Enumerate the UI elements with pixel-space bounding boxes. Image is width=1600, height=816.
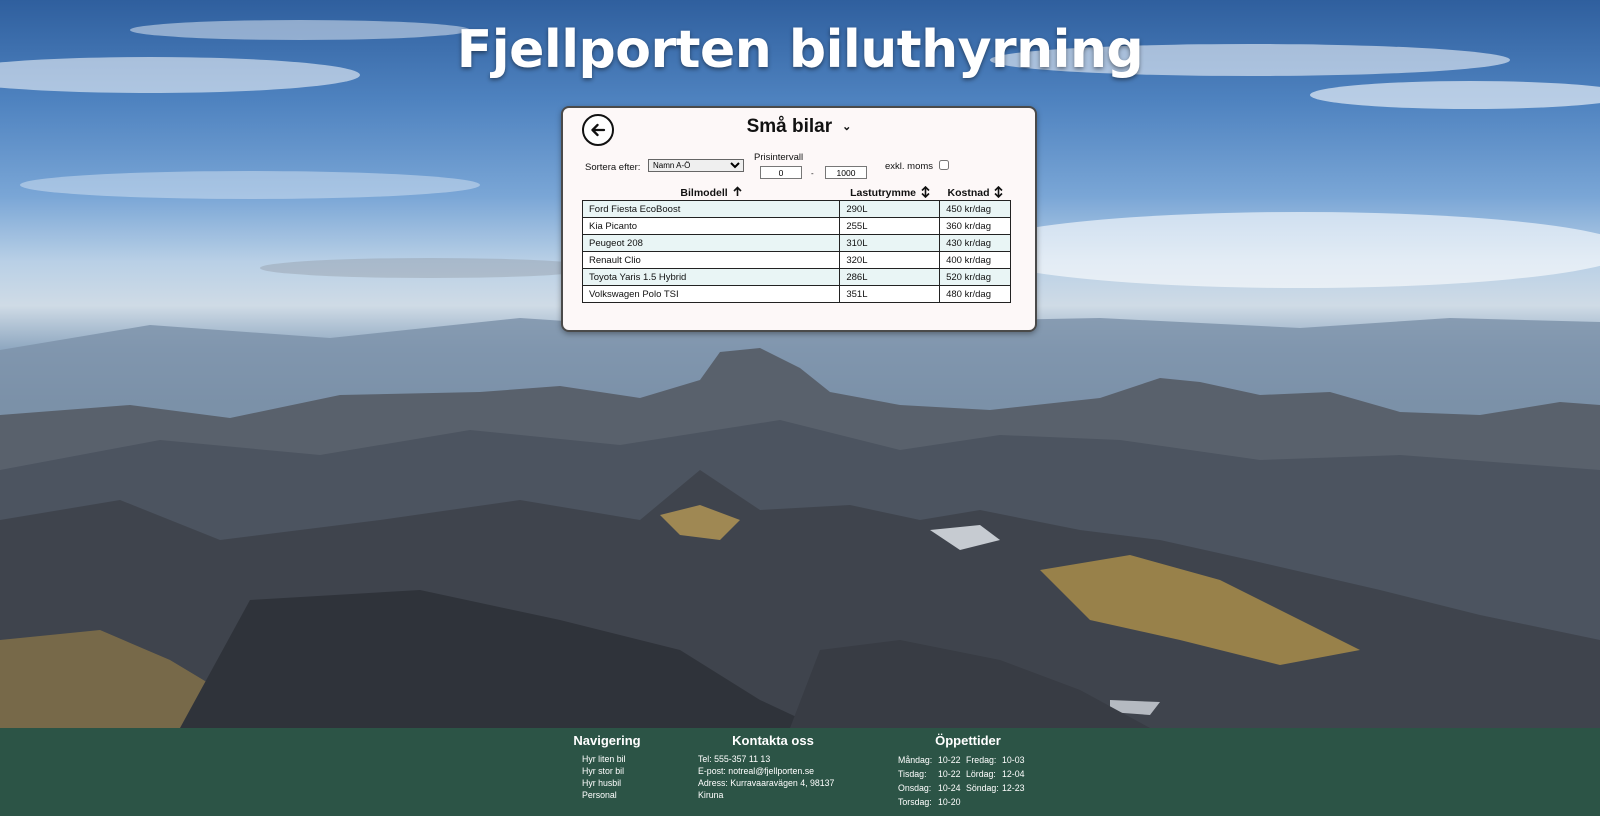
- footer-navigation: Navigering Hyr liten bil Hyr stor bil Hy…: [572, 733, 642, 801]
- hours-day: Tisdag:: [898, 769, 927, 779]
- cars-table: Ford Fiesta EcoBoost 290L 450 kr/dag Kia…: [581, 200, 1011, 303]
- cell-cost: 430 kr/dag: [939, 234, 1011, 252]
- price-max-input[interactable]: [825, 166, 867, 179]
- footer-contact-heading: Kontakta oss: [732, 733, 814, 748]
- cell-model: Volkswagen Polo TSI: [581, 285, 841, 303]
- site-title: Fjellporten biluthyrning: [456, 20, 1144, 80]
- cell-cargo: 320L: [839, 251, 941, 269]
- table-header: Bilmodell Lastutrymme Kostnad: [582, 185, 1011, 200]
- hours-day: Måndag:: [898, 755, 933, 765]
- hours-day: Onsdag:: [898, 783, 932, 793]
- table-row[interactable]: Volkswagen Polo TSI 351L 480 kr/dag: [581, 285, 1011, 303]
- hours-grid: Måndag: 10-22 Fredag: 10-03 Tisdag: 10-2…: [898, 753, 1038, 809]
- column-header-model[interactable]: Bilmodell: [582, 186, 840, 199]
- hours-time: 12-23: [1002, 783, 1025, 793]
- footer-link-large-car[interactable]: Hyr stor bil: [582, 765, 642, 777]
- cell-cost: 450 kr/dag: [939, 200, 1011, 218]
- hours-time: 10-22: [938, 769, 961, 779]
- cell-cost: 360 kr/dag: [939, 217, 1011, 235]
- hours-day: Torsdag:: [898, 797, 932, 807]
- hours-time: 10-20: [938, 797, 961, 807]
- cell-cargo: 310L: [839, 234, 941, 252]
- column-header-label: Bilmodell: [680, 187, 728, 199]
- cell-model: Renault Clio: [581, 251, 841, 269]
- cell-model: Ford Fiesta EcoBoost: [581, 200, 841, 218]
- footer-opening-hours: Öppettider Måndag: 10-22 Fredag: 10-03 T…: [898, 733, 1038, 809]
- sort-select[interactable]: Namn A-Ö: [648, 159, 744, 172]
- cell-cost: 520 kr/dag: [939, 268, 1011, 286]
- cell-cost: 480 kr/dag: [939, 285, 1011, 303]
- contact-phone: Tel: 555-357 11 13: [698, 754, 771, 764]
- column-header-cargo[interactable]: Lastutrymme: [840, 185, 940, 199]
- cell-model: Kia Picanto: [581, 217, 841, 235]
- hours-time: 10-22: [938, 755, 961, 765]
- footer-nav-heading: Navigering: [573, 733, 641, 748]
- arrow-up-down-icon: [994, 185, 1004, 199]
- cell-cost: 400 kr/dag: [939, 251, 1011, 269]
- cell-cargo: 286L: [839, 268, 941, 286]
- category-label: Små bilar: [746, 116, 833, 137]
- vat-checkbox[interactable]: [939, 160, 949, 170]
- price-interval-label: Prisintervall: [754, 152, 804, 163]
- arrow-up-icon: [733, 186, 742, 196]
- table-row[interactable]: Toyota Yaris 1.5 Hybrid 286L 520 kr/dag: [581, 268, 1011, 286]
- footer-link-camper[interactable]: Hyr husbil: [582, 777, 642, 789]
- table-row[interactable]: Ford Fiesta EcoBoost 290L 450 kr/dag: [581, 200, 1011, 218]
- table-row[interactable]: Renault Clio 320L 400 kr/dag: [581, 251, 1011, 269]
- footer-contact: Kontakta oss Tel: 555-357 11 13 E-post: …: [698, 733, 848, 801]
- vat-label: exkl. moms: [885, 161, 934, 172]
- hours-time: 10-24: [938, 783, 961, 793]
- contact-address: Adress: Kurravaaravägen 4, 98137: [698, 778, 835, 788]
- column-header-label: Kostnad: [947, 187, 990, 199]
- table-row[interactable]: Kia Picanto 255L 360 kr/dag: [581, 217, 1011, 235]
- cell-cargo: 351L: [839, 285, 941, 303]
- cell-model: Toyota Yaris 1.5 Hybrid: [581, 268, 841, 286]
- sort-label: Sortera efter:: [585, 162, 641, 173]
- hours-time: 12-04: [1002, 769, 1025, 779]
- hours-day: Fredag:: [966, 755, 997, 765]
- hours-day: Lördag:: [966, 769, 996, 779]
- cell-model: Peugeot 208: [581, 234, 841, 252]
- price-min-input[interactable]: [760, 166, 802, 179]
- footer-hours-heading: Öppettider: [935, 733, 1001, 748]
- table-row[interactable]: Peugeot 208 310L 430 kr/dag: [581, 234, 1011, 252]
- filter-controls: Sortera efter: Namn A-Ö Prisintervall - …: [563, 150, 1035, 182]
- price-separator: -: [811, 169, 814, 178]
- contact-email: E-post: notreal@fjellporten.se: [698, 766, 815, 776]
- column-header-label: Lastutrymme: [850, 187, 917, 199]
- cell-cargo: 255L: [839, 217, 941, 235]
- column-header-cost[interactable]: Kostnad: [940, 185, 1011, 199]
- footer-link-small-car[interactable]: Hyr liten bil: [582, 753, 642, 765]
- chevron-down-icon: ⌄: [842, 121, 852, 133]
- arrow-up-down-icon: [921, 185, 930, 199]
- footer-link-staff[interactable]: Personal: [582, 789, 642, 801]
- footer: Navigering Hyr liten bil Hyr stor bil Hy…: [0, 728, 1600, 816]
- car-list-panel: Små bilar ⌄ Sortera efter: Namn A-Ö Prisi…: [561, 106, 1037, 332]
- contact-city: Kiruna: [698, 790, 724, 800]
- hours-time: 10-03: [1002, 755, 1025, 765]
- cell-cargo: 290L: [839, 200, 941, 218]
- hours-day: Söndag:: [966, 783, 999, 793]
- category-dropdown[interactable]: Små bilar ⌄: [563, 116, 1035, 138]
